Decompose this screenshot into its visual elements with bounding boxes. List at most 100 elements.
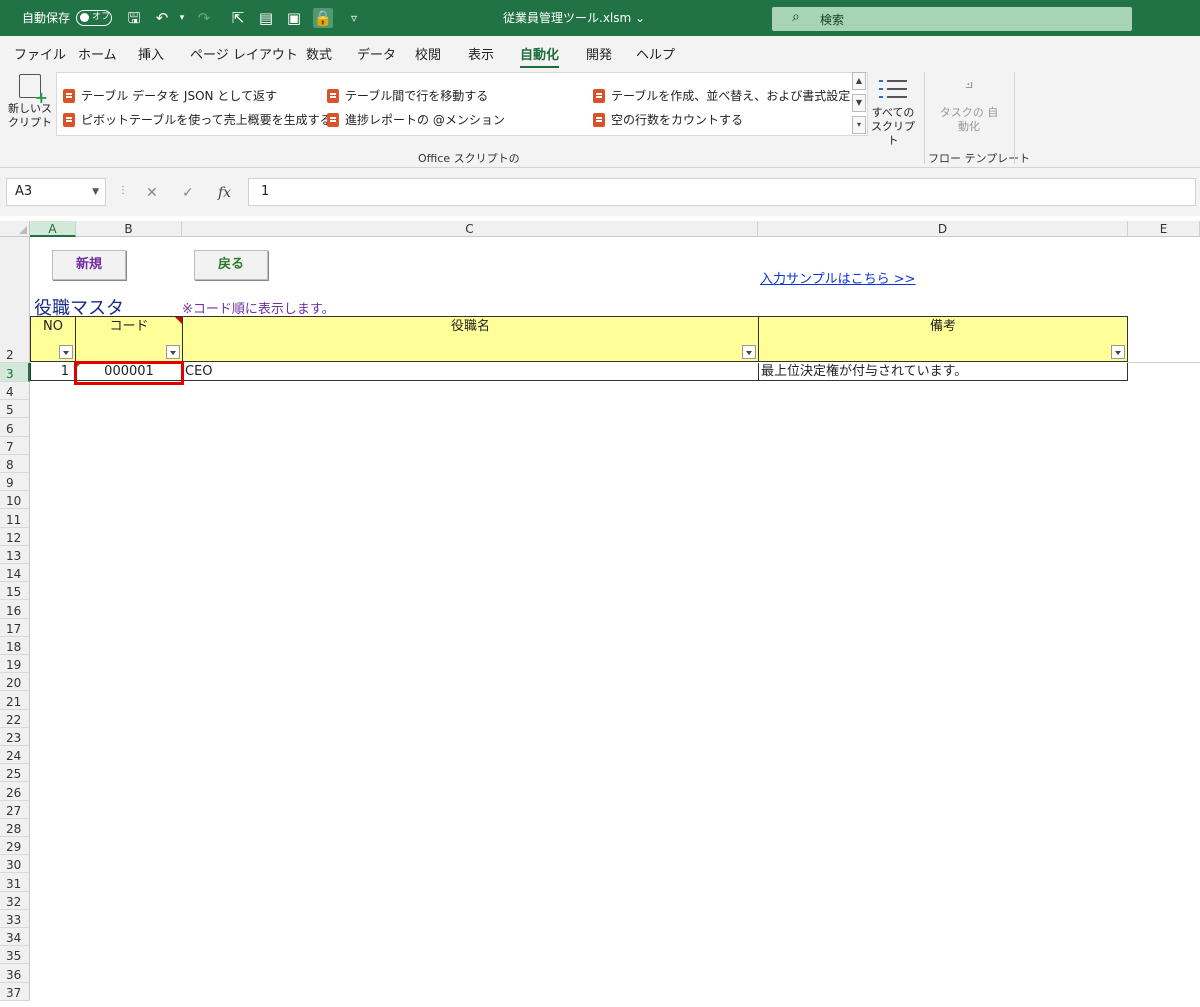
row-header[interactable]: 18: [0, 636, 30, 655]
tab-file[interactable]: ファイル: [14, 44, 66, 63]
table-cell-code[interactable]: 000001: [75, 363, 183, 381]
row-header[interactable]: 30: [0, 855, 30, 874]
filter-dropdown-icon[interactable]: [1111, 345, 1125, 359]
tab-formulas[interactable]: 数式: [306, 44, 332, 63]
insert-function-icon[interactable]: fx: [218, 185, 231, 201]
autosave-toggle[interactable]: オフ: [76, 10, 112, 26]
row-header[interactable]: 7: [0, 436, 30, 455]
tab-home[interactable]: ホーム: [78, 44, 117, 63]
script-gallery: テーブル データを JSON として返す テーブル間で行を移動する テーブルを作…: [56, 72, 868, 136]
table-cell-position-name[interactable]: CEO: [182, 363, 759, 381]
formula-input[interactable]: 1: [248, 178, 1196, 206]
row-header[interactable]: 36: [0, 964, 30, 983]
script-item[interactable]: テーブルを作成、並べ替え、および書式設定: [591, 87, 850, 105]
row-header[interactable]: 2: [0, 317, 30, 363]
row-header[interactable]: 10: [0, 491, 30, 510]
sheet-note: ※コード順に表示します。: [182, 302, 335, 317]
tab-review[interactable]: 校閲: [415, 44, 441, 63]
table-cell-no[interactable]: 1: [30, 363, 76, 381]
row-header[interactable]: 31: [0, 873, 30, 892]
row-header[interactable]: 33: [0, 909, 30, 928]
lock-icon[interactable]: 🔒: [313, 8, 333, 28]
back-button[interactable]: 戻る: [194, 250, 268, 280]
row-header[interactable]: 6: [0, 418, 30, 437]
enter-icon[interactable]: ✓: [182, 185, 194, 201]
error-indicator-icon[interactable]: [76, 363, 81, 368]
row-header[interactable]: 16: [0, 600, 30, 619]
row-header[interactable]: 15: [0, 582, 30, 601]
all-scripts-button[interactable]: すべての スクリプト: [870, 74, 916, 148]
gallery-scroll-down-icon[interactable]: ▼: [852, 94, 866, 112]
row-header[interactable]: 12: [0, 527, 30, 546]
filter-dropdown-icon[interactable]: [59, 345, 73, 359]
row-header[interactable]: 11: [0, 509, 30, 528]
autosave-state: オフ: [92, 12, 111, 22]
row-header[interactable]: 35: [0, 946, 30, 965]
new-script-button[interactable]: 新しいス クリプト: [8, 72, 52, 142]
row-header[interactable]: 19: [0, 655, 30, 674]
table-header-remarks: 備考: [758, 316, 1128, 362]
row-header[interactable]: 26: [0, 782, 30, 801]
save-icon[interactable]: 🖫: [124, 8, 144, 28]
row-header[interactable]: 24: [0, 746, 30, 765]
row-header[interactable]: 23: [0, 727, 30, 746]
row-header[interactable]: 17: [0, 618, 30, 637]
column-header-d[interactable]: D: [758, 221, 1128, 237]
row-header[interactable]: 14: [0, 564, 30, 583]
name-box-dropdown-icon[interactable]: ▼: [92, 179, 99, 205]
name-box[interactable]: A3 ▼: [6, 178, 106, 206]
tab-developer[interactable]: 開発: [586, 44, 612, 63]
script-item[interactable]: テーブル間で行を移動する: [325, 87, 488, 105]
row-header[interactable]: 8: [0, 454, 30, 473]
gallery-scroll-up-icon[interactable]: ▲: [852, 72, 866, 90]
column-header-a[interactable]: A: [30, 221, 76, 237]
select-all-corner[interactable]: [0, 221, 30, 237]
comment-indicator-icon[interactable]: [175, 317, 182, 324]
automate-task-button[interactable]: ⟓ タスクの 自動化: [936, 74, 1002, 134]
filter-dropdown-icon[interactable]: [166, 345, 180, 359]
gallery-expand-icon[interactable]: ▾: [852, 116, 866, 134]
table-cell-remarks[interactable]: 最上位決定権が付与されています。: [758, 363, 1128, 381]
customize-toolbar-icon[interactable]: ▿: [344, 8, 364, 28]
row-header[interactable]: 3: [0, 363, 30, 382]
script-item[interactable]: 進捗レポートの @メンション: [325, 111, 505, 129]
search-box[interactable]: ⌕ 検索: [772, 7, 1132, 31]
row-header[interactable]: 4: [0, 382, 30, 401]
row-header[interactable]: 5: [0, 400, 30, 419]
select-pointer-icon[interactable]: ⇱: [228, 8, 248, 28]
row-header[interactable]: 25: [0, 764, 30, 783]
row-header[interactable]: 34: [0, 928, 30, 947]
row-header[interactable]: 27: [0, 800, 30, 819]
column-header-c[interactable]: C: [182, 221, 758, 237]
row-header[interactable]: 21: [0, 691, 30, 710]
script-item[interactable]: 空の行数をカウントする: [591, 111, 743, 129]
column-header-e[interactable]: E: [1128, 221, 1200, 237]
tab-data[interactable]: データ: [357, 44, 396, 63]
tab-page-layout[interactable]: ページ レイアウト: [190, 44, 298, 63]
tab-help[interactable]: ヘルプ: [636, 44, 675, 63]
undo-icon[interactable]: ↶: [152, 8, 172, 28]
row-header[interactable]: 29: [0, 837, 30, 856]
form-icon[interactable]: ▤: [256, 8, 276, 28]
row-header[interactable]: 22: [0, 709, 30, 728]
script-item[interactable]: テーブル データを JSON として返す: [61, 87, 277, 105]
row-header[interactable]: 32: [0, 891, 30, 910]
tab-insert[interactable]: 挿入: [138, 44, 164, 63]
picture-icon[interactable]: ▣: [284, 8, 304, 28]
undo-dropdown-icon[interactable]: ▾: [172, 8, 192, 28]
cancel-icon[interactable]: ✕: [146, 185, 158, 201]
new-button[interactable]: 新規: [52, 250, 126, 280]
redo-icon[interactable]: ↷: [194, 8, 214, 28]
row-header[interactable]: 9: [0, 473, 30, 492]
file-name[interactable]: 従業員管理ツール.xlsm ⌄: [503, 8, 645, 28]
tab-automate[interactable]: 自動化: [520, 44, 560, 69]
column-header-b[interactable]: B: [76, 221, 182, 237]
tab-view[interactable]: 表示: [468, 44, 494, 63]
row-header[interactable]: 13: [0, 545, 30, 564]
sample-input-link[interactable]: 入力サンプルはこちら >>: [760, 268, 916, 287]
filter-dropdown-icon[interactable]: [742, 345, 756, 359]
script-item[interactable]: ピボットテーブルを使って売上概要を生成する: [61, 111, 332, 129]
row-header[interactable]: 37: [0, 982, 30, 1001]
row-header[interactable]: 20: [0, 673, 30, 692]
row-header[interactable]: 28: [0, 818, 30, 837]
